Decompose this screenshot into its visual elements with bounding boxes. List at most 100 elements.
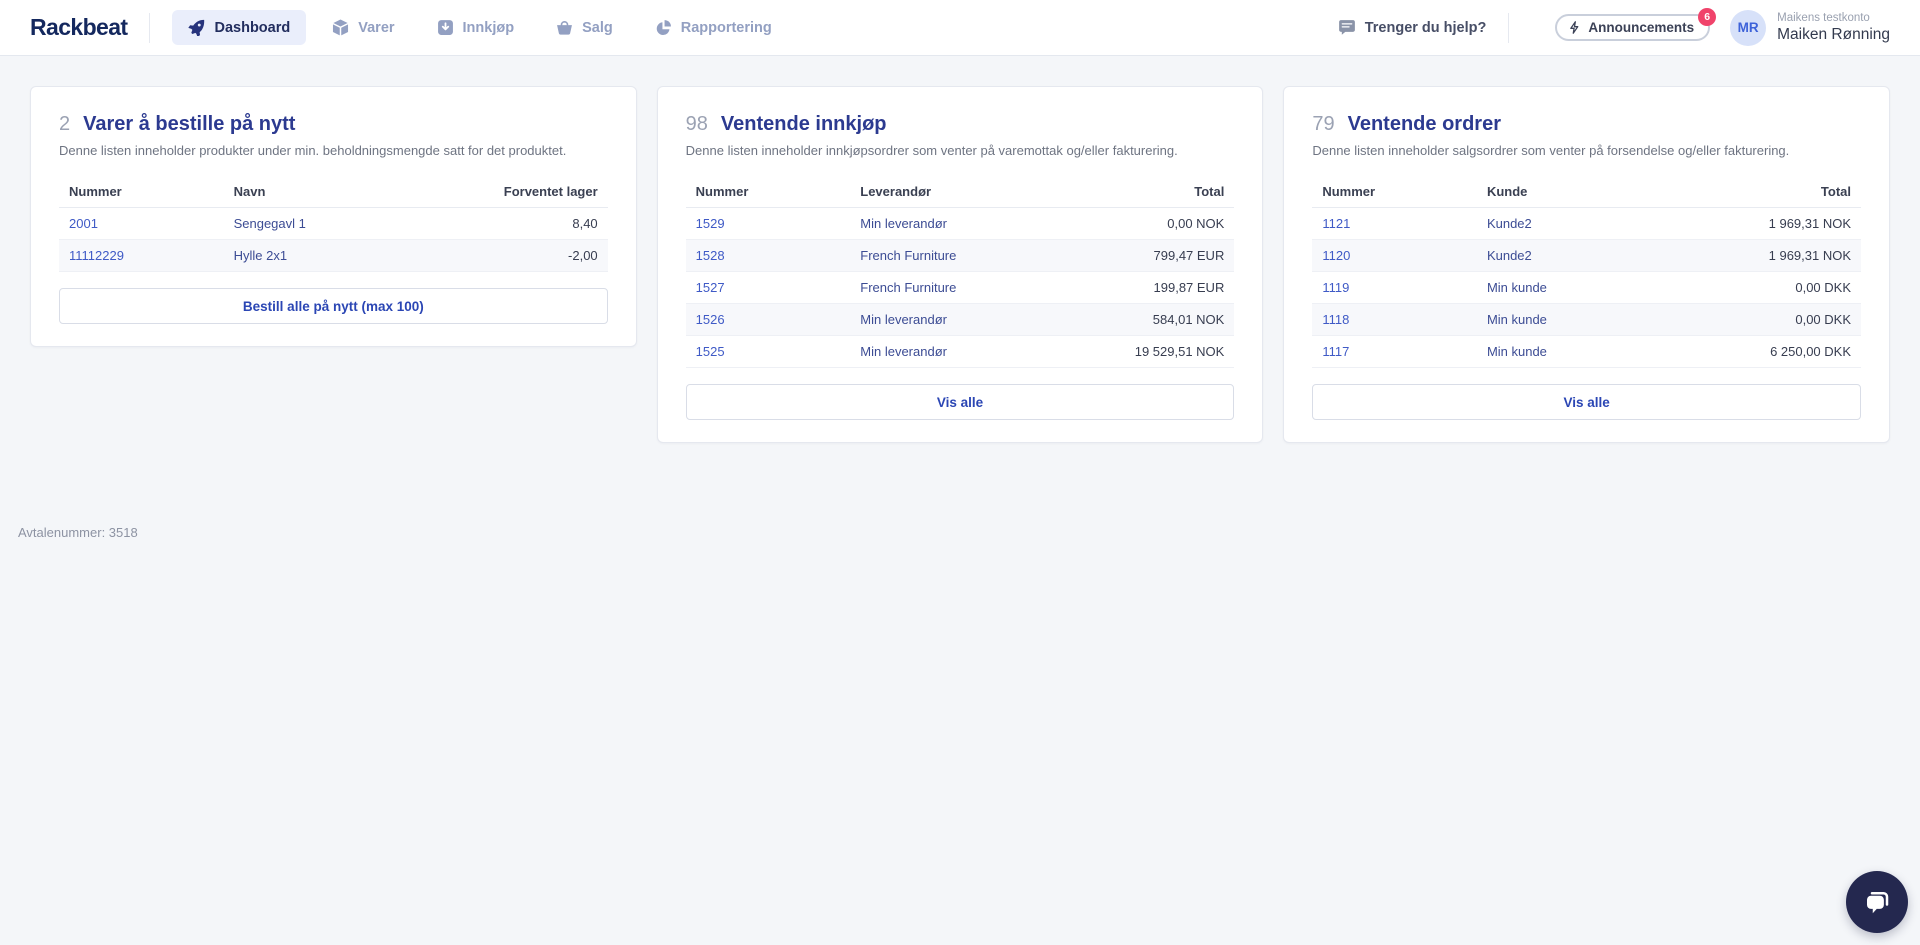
help-label: Trenger du hjelp? [1364, 19, 1487, 36]
table-row: 1120 Kunde2 1 969,31 NOK [1312, 239, 1862, 272]
nav-item-salg[interactable]: Salg [540, 10, 629, 45]
purchase-number-link[interactable]: 1525 [696, 344, 725, 359]
product-number-link[interactable]: 2001 [69, 216, 98, 231]
card-pending-orders: 79 Ventende ordrer Denne listen innehold… [1283, 86, 1891, 443]
basket-icon [557, 21, 573, 35]
supplier-link[interactable]: Min leverandør [860, 344, 947, 359]
chat-bubbles-icon [1867, 892, 1889, 914]
pending-orders-table: Nummer Kunde Total 1121 Kunde2 1 969,31 … [1312, 176, 1862, 368]
reorder-all-button[interactable]: Bestill alle på nytt (max 100) [59, 288, 608, 324]
customer-link[interactable]: Min kunde [1487, 344, 1547, 359]
purchase-number-link[interactable]: 1528 [696, 248, 725, 263]
view-all-orders-button[interactable]: Vis alle [1312, 384, 1862, 420]
chat-icon [1338, 19, 1355, 35]
order-number-link[interactable]: 1121 [1322, 216, 1350, 231]
reorder-products-table: Nummer Navn Forventet lager 2001 Sengega… [59, 176, 608, 272]
table-row: 1528 French Furniture 799,47 EUR [685, 239, 1235, 272]
product-name-link[interactable]: Hylle 2x1 [234, 248, 287, 263]
rocket-icon [188, 19, 205, 36]
supplier-link[interactable]: Min leverandør [860, 312, 947, 327]
total-value: 799,47 EUR [1091, 239, 1235, 272]
customer-link[interactable]: Min kunde [1487, 312, 1547, 327]
agreement-number: Avtalenummer: 3518 [18, 525, 138, 540]
table-row: 1118 Min kunde 0,00 DKK [1312, 303, 1862, 336]
card-header: 2 Varer å bestille på nytt [59, 113, 608, 136]
column-header: Total [1718, 176, 1862, 208]
table-row: 1529 Min leverandør 0,00 NOK [685, 207, 1235, 240]
column-header: Total [1091, 176, 1235, 208]
divider [1508, 12, 1510, 43]
cube-icon [333, 19, 349, 36]
total-value: 1 969,31 NOK [1718, 239, 1862, 272]
expected-stock-value: -2,00 [470, 239, 608, 272]
total-value: 584,01 NOK [1091, 303, 1235, 336]
card-title: Ventende innkjøp [720, 113, 887, 135]
column-header: Nummer [1312, 176, 1477, 208]
table-row: 2001 Sengegavl 1 8,40 [59, 207, 608, 240]
announcements-button[interactable]: Announcements 6 [1555, 8, 1717, 41]
nav-item-label: Innkjøp [462, 19, 515, 36]
card-header: 98 Ventende innkjøp [686, 113, 1235, 136]
user-menu[interactable]: Maikens testkonto Maiken Rønning [1777, 11, 1890, 45]
nav-item-innkjop[interactable]: Innkjøp [421, 10, 531, 45]
order-number-link[interactable]: 1120 [1322, 248, 1350, 263]
table-row: 1121 Kunde2 1 969,31 NOK [1312, 207, 1862, 240]
order-number-link[interactable]: 1117 [1322, 344, 1349, 359]
expected-stock-value: 8,40 [470, 207, 608, 240]
table-row: 11112229 Hylle 2x1 -2,00 [59, 239, 608, 272]
download-box-icon [437, 20, 453, 35]
order-number-link[interactable]: 1118 [1322, 312, 1349, 327]
nav-item-dashboard[interactable]: Dashboard [172, 10, 307, 45]
card-count: 2 [59, 113, 71, 135]
supplier-link[interactable]: French Furniture [860, 248, 956, 263]
card-header: 79 Ventende ordrer [1312, 113, 1861, 136]
customer-link[interactable]: Kunde2 [1487, 216, 1532, 231]
main-nav: Dashboard Varer Innkjøp Salg Rapporterin… [172, 10, 787, 45]
column-header: Navn [223, 176, 471, 208]
nav-item-rapportering[interactable]: Rapportering [639, 10, 788, 45]
top-bar: Rackbeat Dashboard Varer Innkjøp Salg Ra… [0, 0, 1920, 56]
card-title: Varer å bestille på nytt [83, 113, 296, 135]
nav-item-label: Dashboard [214, 19, 291, 36]
supplier-link[interactable]: French Furniture [860, 280, 956, 295]
purchase-number-link[interactable]: 1527 [696, 280, 725, 295]
view-all-purchases-button[interactable]: Vis alle [685, 384, 1235, 420]
pending-purchases-table: Nummer Leverandør Total 1529 Min leveran… [685, 176, 1235, 368]
card-description: Denne listen inneholder innkjøpsordrer s… [685, 143, 1178, 158]
customer-link[interactable]: Kunde2 [1487, 248, 1532, 263]
purchase-number-link[interactable]: 1526 [696, 312, 725, 327]
card-description: Denne listen inneholder salgsordrer som … [1312, 143, 1790, 158]
product-name-link[interactable]: Sengegavl 1 [234, 216, 306, 231]
card-reorder-products: 2 Varer å bestille på nytt Denne listen … [30, 86, 637, 347]
column-header: Nummer [685, 176, 851, 208]
help-button[interactable]: Trenger du hjelp? [1338, 19, 1487, 37]
total-value: 0,00 DKK [1718, 271, 1862, 304]
column-header: Nummer [59, 176, 224, 208]
purchase-number-link[interactable]: 1529 [696, 216, 725, 231]
customer-link[interactable]: Min kunde [1487, 280, 1547, 295]
nav-item-label: Salg [582, 19, 613, 36]
table-row: 1117 Min kunde 6 250,00 DKK [1312, 335, 1862, 368]
card-count: 98 [685, 113, 708, 135]
lightning-icon [1570, 21, 1579, 34]
nav-item-label: Varer [358, 19, 395, 36]
chat-launcher-button[interactable] [1846, 871, 1908, 933]
column-header: Forventet lager [470, 176, 608, 208]
product-number-link[interactable]: 11112229 [69, 248, 124, 263]
user-account-name: Maikens testkonto [1777, 11, 1870, 24]
user-name: Maiken Rønning [1777, 26, 1890, 43]
announcements-badge: 6 [1698, 8, 1717, 26]
total-value: 1 969,31 NOK [1718, 207, 1862, 240]
table-row: 1527 French Furniture 199,87 EUR [685, 271, 1235, 304]
card-pending-purchases: 98 Ventende innkjøp Denne listen innehol… [656, 86, 1264, 443]
pie-chart-icon [656, 20, 671, 36]
nav-item-label: Rapportering [680, 19, 772, 36]
column-header: Kunde [1476, 176, 1719, 208]
table-row: 1526 Min leverandør 584,01 NOK [685, 303, 1235, 336]
user-avatar[interactable]: MR [1730, 9, 1767, 46]
nav-item-varer[interactable]: Varer [316, 10, 410, 45]
total-value: 199,87 EUR [1091, 271, 1235, 304]
order-number-link[interactable]: 1119 [1322, 280, 1349, 295]
supplier-link[interactable]: Min leverandør [860, 216, 947, 231]
rackbeat-logo[interactable]: Rackbeat [30, 14, 128, 41]
